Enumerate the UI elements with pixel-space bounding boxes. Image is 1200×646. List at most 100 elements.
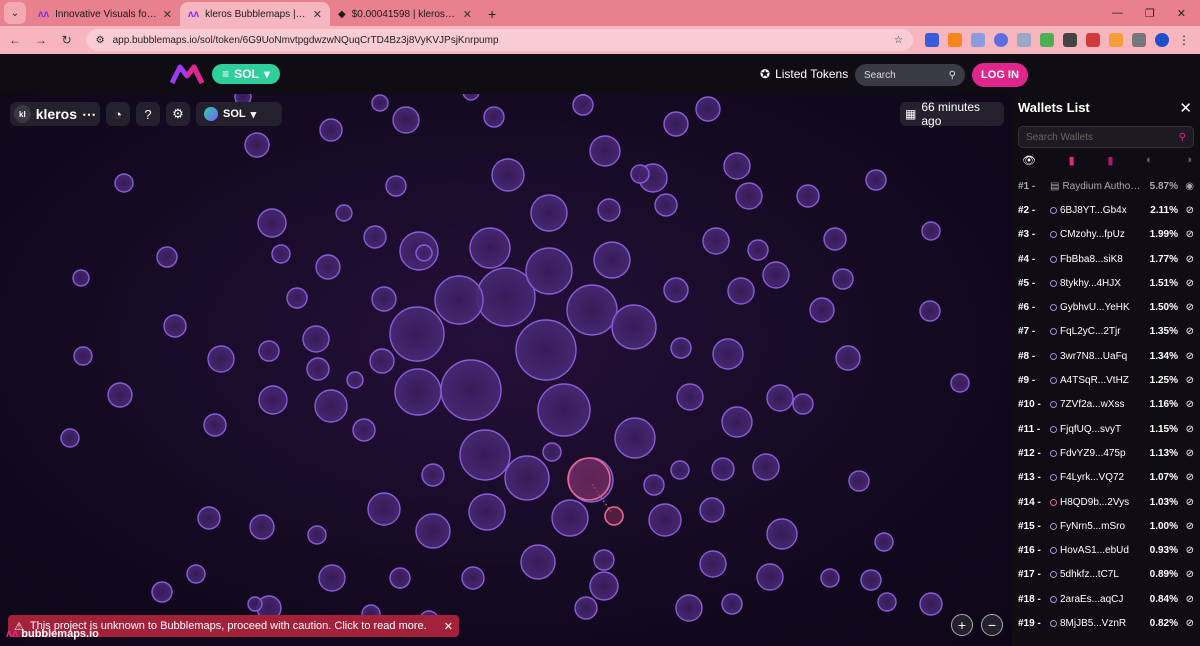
wallet-bubble[interactable] xyxy=(286,287,308,309)
wallet-bubble[interactable] xyxy=(695,96,721,122)
wallet-bubble[interactable] xyxy=(921,221,941,241)
wallet-bubble[interactable] xyxy=(593,241,631,279)
restore-icon[interactable]: ❐ xyxy=(1145,7,1155,20)
wallet-bubble[interactable] xyxy=(611,304,657,350)
wallet-bubble[interactable] xyxy=(114,173,134,193)
chain-selector-button[interactable]: ≡ SOL ▾ xyxy=(212,64,280,84)
wallet-row[interactable]: #3 - CMzohy...fpUz 1.99% ⊘ xyxy=(1012,223,1200,247)
zoom-out-button[interactable]: − xyxy=(981,614,1003,636)
wallet-bubble[interactable] xyxy=(462,94,480,101)
wallet-bubble[interactable] xyxy=(670,337,692,359)
wallet-bubble[interactable] xyxy=(919,592,943,616)
wallet-bubble[interactable] xyxy=(747,239,769,261)
bubble-map-canvas[interactable] xyxy=(0,94,1012,646)
bubblemaps-logo-icon[interactable] xyxy=(170,64,204,84)
wallet-row[interactable]: #8 - 3wr7N8...UaFq 1.34% ⊘ xyxy=(1012,344,1200,368)
wallet-row[interactable]: #11 - FjqfUQ...svyT 1.15% ⊘ xyxy=(1012,417,1200,441)
wallet-bubble[interactable] xyxy=(367,492,401,526)
wallet-bubble[interactable] xyxy=(421,463,445,487)
wallet-row[interactable]: #7 - FqL2yC...2Tjr 1.35% ⊘ xyxy=(1012,320,1200,344)
wallet-bubble[interactable] xyxy=(151,581,173,603)
wallet-row[interactable]: #13 - F4Lyrk...VQ72 1.07% ⊘ xyxy=(1012,466,1200,490)
wallet-bubble[interactable] xyxy=(796,184,820,208)
wallet-bubble[interactable] xyxy=(950,373,970,393)
wallet-bubble[interactable] xyxy=(156,246,178,268)
wallet-bubble[interactable] xyxy=(389,306,445,362)
wallet-bubble[interactable] xyxy=(572,94,594,116)
close-tab-icon[interactable]: ✕ xyxy=(463,8,472,21)
wallet-bubble[interactable] xyxy=(520,544,556,580)
exchanges-filter-icon[interactable]: ▮ xyxy=(1107,154,1113,167)
wallet-bubble[interactable] xyxy=(163,314,187,338)
close-tab-icon[interactable]: ✕ xyxy=(313,8,322,21)
wallet-bubble[interactable] xyxy=(593,549,615,571)
wallet-bubble[interactable] xyxy=(643,474,665,496)
wallet-bubble[interactable] xyxy=(823,227,847,251)
highlighted-wallet-bubble[interactable] xyxy=(567,457,611,501)
reload-icon[interactable]: ↻ xyxy=(60,33,74,47)
wallet-bubble[interactable] xyxy=(207,345,235,373)
wallet-bubble[interactable] xyxy=(247,596,263,612)
extension-icon[interactable] xyxy=(994,33,1009,47)
wallet-bubble[interactable] xyxy=(483,106,505,128)
wallet-bubble[interactable] xyxy=(346,371,364,389)
wallet-bubble[interactable] xyxy=(415,244,433,262)
wallet-bubble[interactable] xyxy=(392,106,420,134)
close-window-icon[interactable]: ✕ xyxy=(1177,7,1186,20)
search-wallets-input[interactable]: Search Wallets ⚲ xyxy=(1018,126,1194,148)
wallet-bubble[interactable] xyxy=(394,368,442,416)
hidden-filter-icon[interactable]: ◐ xyxy=(1146,154,1153,167)
wallet-bubble[interactable] xyxy=(271,244,291,264)
chain-dropdown[interactable]: SOL ▾ xyxy=(196,102,282,126)
wallet-bubble[interactable] xyxy=(820,568,840,588)
wallet-bubble[interactable] xyxy=(721,406,753,438)
wallet-bubble[interactable] xyxy=(371,94,389,112)
wallet-bubble[interactable] xyxy=(702,227,730,255)
wallet-bubble[interactable] xyxy=(385,175,407,197)
wallet-bubble[interactable] xyxy=(835,345,861,371)
wallet-bubble[interactable] xyxy=(244,132,270,158)
wallet-bubble[interactable] xyxy=(461,566,485,590)
more-options-icon[interactable]: ⋯ xyxy=(82,106,96,123)
wallet-row[interactable]: #2 - 6BJ8YT...Gb4x 2.11% ⊘ xyxy=(1012,198,1200,222)
eye-slash-icon[interactable]: ⊘ xyxy=(1178,302,1194,313)
wallet-bubble[interactable] xyxy=(525,247,573,295)
wallet-row[interactable]: #4 - FbBba8...siK8 1.77% ⊘ xyxy=(1012,247,1200,271)
wallet-bubble[interactable] xyxy=(766,384,794,412)
highlighted-wallet-bubble[interactable] xyxy=(604,506,624,526)
eye-slash-icon[interactable]: ⊘ xyxy=(1178,326,1194,337)
login-button[interactable]: LOG IN xyxy=(972,63,1028,87)
eye-slash-icon[interactable]: ⊘ xyxy=(1178,497,1194,508)
extension-icon[interactable] xyxy=(971,33,986,47)
eye-slash-icon[interactable]: ⊘ xyxy=(1178,351,1194,362)
browser-tab-3[interactable]: ◆ $0.00041598 | kleros | Birdeye ✕ xyxy=(330,2,480,26)
wallet-bubble[interactable] xyxy=(352,418,376,442)
wallet-bubble[interactable] xyxy=(597,198,621,222)
eye-slash-icon[interactable]: ⊘ xyxy=(1178,375,1194,386)
wallet-bubble[interactable] xyxy=(107,382,133,408)
wallet-row[interactable]: #15 - FyNrn5...mSro 1.00% ⊘ xyxy=(1012,514,1200,538)
wallet-bubble[interactable] xyxy=(756,563,784,591)
wallet-bubble[interactable] xyxy=(363,225,387,249)
close-tab-icon[interactable]: ✕ xyxy=(163,8,172,21)
wallet-bubble[interactable] xyxy=(712,338,744,370)
wallet-row[interactable]: #6 - GybhvU...YeHK 1.50% ⊘ xyxy=(1012,295,1200,319)
url-field[interactable]: ⚙ app.bubblemaps.io/sol/token/6G9UoNmvtp… xyxy=(85,29,914,51)
bubble-map-svg[interactable] xyxy=(0,94,1012,646)
browser-tab-2[interactable]: ʌʌ kleros Bubblemaps | Uncover H ✕ xyxy=(180,2,330,26)
eye-slash-icon[interactable]: ⊘ xyxy=(1178,545,1194,556)
wallet-bubble[interactable] xyxy=(434,275,484,325)
eye-slash-icon[interactable]: ⊘ xyxy=(1178,205,1194,216)
wallet-bubble[interactable] xyxy=(389,567,411,589)
metamask-icon[interactable] xyxy=(948,33,963,47)
minimize-icon[interactable]: — xyxy=(1112,7,1123,20)
search-icon[interactable]: ⚲ xyxy=(949,70,956,81)
eye-slash-icon[interactable]: ⊘ xyxy=(1178,254,1194,265)
wallet-bubble[interactable] xyxy=(877,592,897,612)
wallet-bubble[interactable] xyxy=(542,442,562,462)
wallet-bubble[interactable] xyxy=(670,460,690,480)
contracts-filter-icon[interactable]: ▮ xyxy=(1069,154,1075,167)
wallet-bubble[interactable] xyxy=(630,164,650,184)
wallet-bubble[interactable] xyxy=(73,346,93,366)
wallet-bubble[interactable] xyxy=(530,194,568,232)
